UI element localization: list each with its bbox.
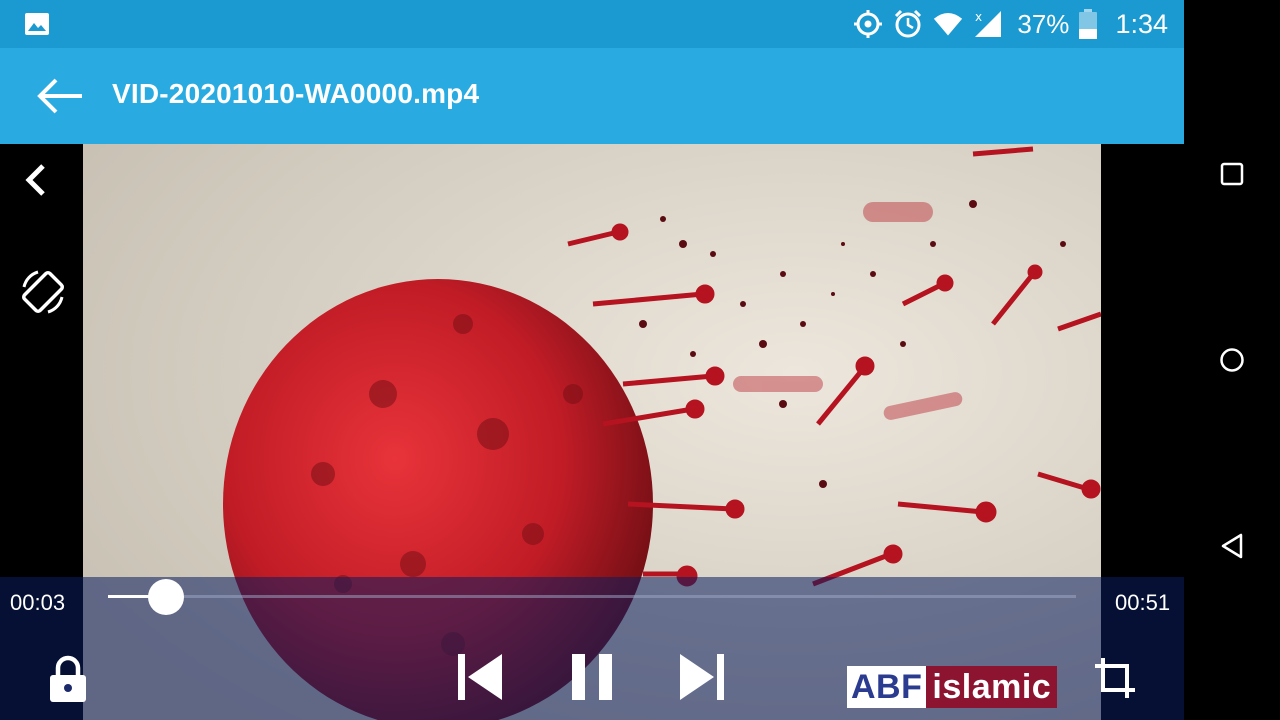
screen-rotation-icon	[21, 270, 65, 314]
battery-percent: 37%	[1017, 8, 1070, 39]
triangle-back-icon	[1221, 533, 1243, 559]
total-time: 00:51	[1115, 590, 1171, 615]
seek-thumb[interactable]	[148, 579, 185, 615]
home-button[interactable]	[1184, 328, 1280, 392]
watermark-part2: islamic	[926, 666, 1058, 708]
watermark-part1: ABF	[847, 666, 927, 708]
next-button[interactable]	[672, 647, 734, 707]
close-player-button[interactable]	[6, 150, 66, 210]
alarm-icon	[893, 9, 923, 39]
previous-button[interactable]	[448, 647, 510, 707]
clock: 1:34	[1115, 8, 1168, 39]
current-time: 00:03	[10, 590, 66, 615]
video-title: VID-20201010-WA0000.mp4	[112, 78, 480, 109]
crop-button[interactable]	[1090, 653, 1142, 705]
wifi-icon	[933, 9, 963, 39]
video-player[interactable]: 00:03 00:51 ABF islamic	[0, 144, 1184, 720]
battery-icon	[1079, 9, 1098, 39]
back-arrow-icon[interactable]	[36, 76, 86, 116]
square-icon	[1220, 162, 1244, 186]
status-icons: x 37% 1:34	[853, 0, 1168, 48]
pause-icon	[572, 654, 612, 700]
playback-controls: 00:03 00:51 ABF islamic	[0, 577, 1184, 720]
image-notification-icon	[25, 13, 49, 35]
seek-bar[interactable]	[108, 579, 1076, 615]
app-bar: VID-20201010-WA0000.mp4	[0, 48, 1184, 144]
skip-next-icon	[680, 654, 724, 700]
recents-button[interactable]	[1184, 142, 1280, 206]
location-icon	[853, 9, 883, 39]
chevron-left-icon	[25, 164, 45, 196]
svg-text:x: x	[975, 10, 982, 24]
back-button[interactable]	[1184, 514, 1280, 578]
circle-icon	[1220, 348, 1244, 372]
lock-button[interactable]	[42, 653, 94, 705]
crop-icon	[1095, 658, 1135, 698]
skip-previous-icon	[458, 654, 502, 700]
status-bar: x 37% 1:34	[0, 0, 1184, 48]
pause-button[interactable]	[562, 647, 622, 707]
watermark-logo: ABF islamic	[847, 666, 1058, 708]
rotate-screen-button[interactable]	[13, 262, 73, 322]
lock-icon	[50, 655, 86, 702]
system-navigation-bar	[1184, 0, 1280, 720]
signal-icon: x	[973, 9, 1003, 39]
